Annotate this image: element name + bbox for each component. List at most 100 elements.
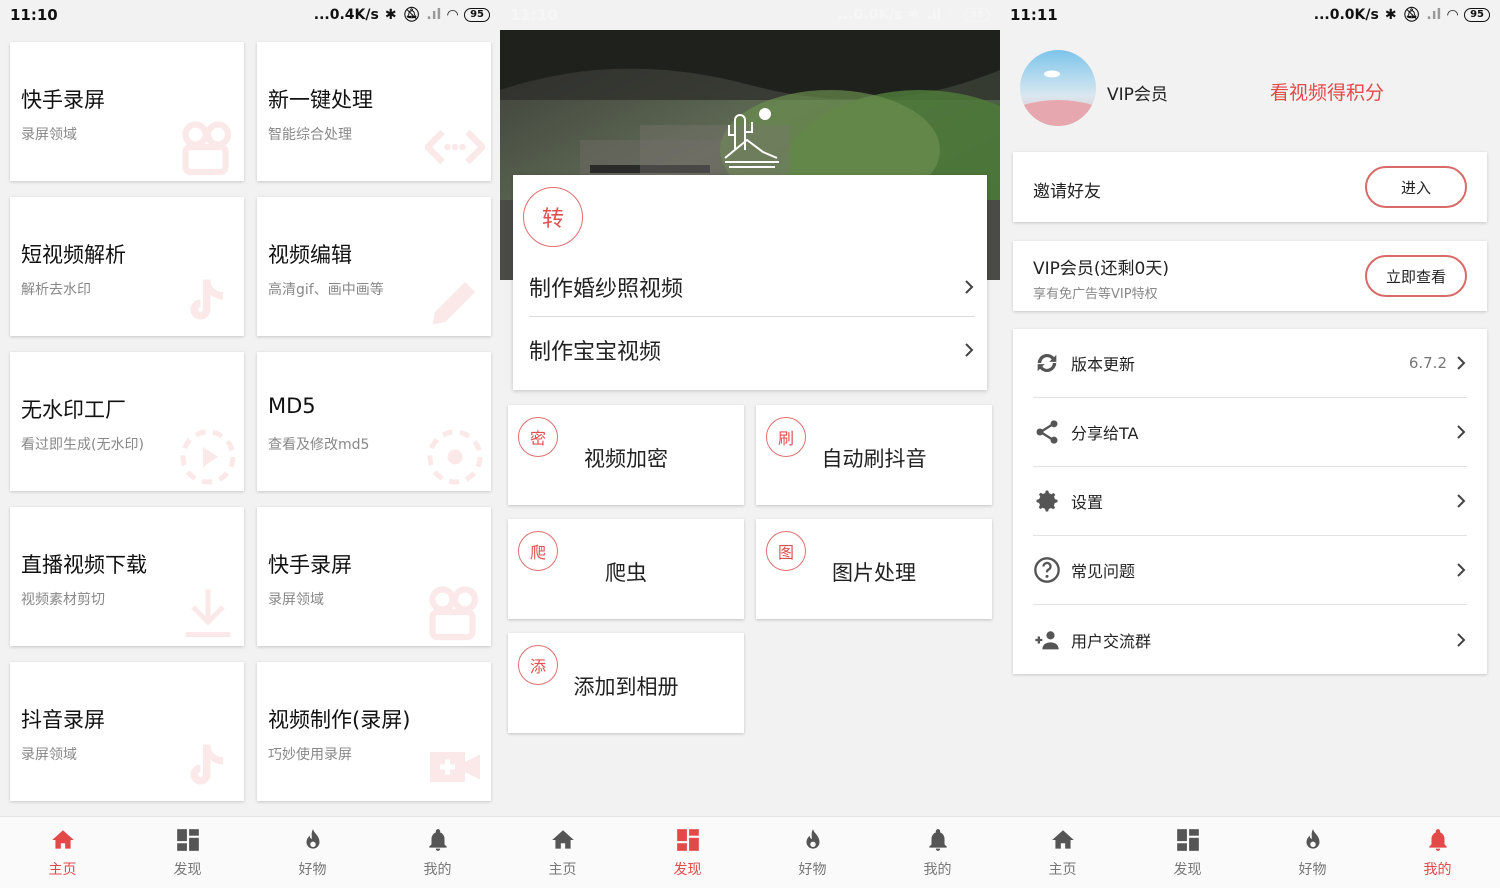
nav-discover[interactable]: 发现 bbox=[625, 817, 750, 888]
menu-row[interactable]: 设置 bbox=[1033, 467, 1467, 536]
chevron-right-icon bbox=[1457, 563, 1466, 577]
video-camera-icon bbox=[425, 582, 485, 642]
feature-row-label: 制作宝宝视频 bbox=[529, 340, 662, 365]
home-icon bbox=[1051, 829, 1074, 849]
nav-mine[interactable]: 我的 bbox=[875, 817, 1000, 888]
nav-goods[interactable]: 好物 bbox=[750, 817, 875, 888]
tile-label: 自动刷抖音 bbox=[821, 447, 927, 471]
nav-home[interactable]: 主页 bbox=[1000, 817, 1125, 888]
feature-row-baby[interactable]: 制作宝宝视频 bbox=[529, 320, 975, 380]
profile-header: VIP会员 看视频得积分 bbox=[1000, 30, 1500, 142]
network-speed: ...0.0K/s bbox=[1313, 7, 1379, 23]
wifi-icon: ◠ bbox=[447, 7, 459, 23]
signal-icon: .ıl bbox=[1426, 7, 1442, 23]
profile-name: VIP会员 bbox=[1107, 85, 1168, 105]
feature-card[interactable]: 视频编辑 高清gif、画中画等 bbox=[257, 197, 491, 336]
points-link[interactable]: 看视频得积分 bbox=[1270, 78, 1384, 105]
menu-row[interactable]: 常见问题 bbox=[1033, 536, 1467, 605]
card-title: 抖音录屏 bbox=[21, 708, 105, 732]
feature-card[interactable]: 直播视频下载 视频素材剪切 bbox=[10, 507, 244, 646]
nav-home[interactable]: 主页 bbox=[500, 817, 625, 888]
nav-home[interactable]: 主页 bbox=[0, 817, 125, 888]
code-arrows-icon bbox=[423, 117, 487, 177]
status-bar: 11:11 ...0.0K/s ✱ 🔕︎ .ıl ◠ 95 bbox=[1000, 0, 1500, 30]
avatar-image bbox=[1020, 50, 1096, 126]
feature-card[interactable]: MD5 查看及修改md5 bbox=[257, 352, 491, 491]
refresh-icon bbox=[1033, 349, 1061, 377]
card-subtitle: 高清gif、画中画等 bbox=[268, 282, 384, 298]
vip-subtitle: 享有免广告等VIP特权 bbox=[1033, 287, 1158, 302]
wifi-icon: ◠ bbox=[947, 7, 959, 23]
home-screen: 11:10 ...0.4K/s ✱ 🔕︎ .ıl ◠ 95 快手录屏 录屏领域 新一… bbox=[0, 0, 500, 888]
card-subtitle: 视频素材剪切 bbox=[21, 592, 105, 608]
card-subtitle: 录屏领域 bbox=[21, 127, 77, 143]
nav-mine[interactable]: 我的 bbox=[1375, 817, 1500, 888]
status-time: 11:11 bbox=[1010, 6, 1058, 24]
feature-card[interactable]: 新一键处理 智能综合处理 bbox=[257, 42, 491, 181]
menu-label: 常见问题 bbox=[1071, 562, 1136, 581]
invite-card: 邀请好友 进入 bbox=[1013, 152, 1487, 222]
menu-row[interactable]: 分享给TA bbox=[1033, 398, 1467, 467]
signal-icon: .ıl bbox=[426, 7, 442, 23]
tool-tile[interactable]: 添添加到相册 bbox=[508, 633, 744, 733]
card-title: 快手录屏 bbox=[268, 553, 352, 577]
download-icon bbox=[178, 582, 238, 642]
nav-home-label: 主页 bbox=[548, 861, 577, 878]
bell-icon bbox=[428, 828, 447, 851]
question-icon bbox=[1033, 556, 1061, 584]
feature-badge: 转 bbox=[523, 187, 583, 247]
feature-card[interactable]: 短视频解析 解析去水印 bbox=[10, 197, 244, 336]
tool-tile[interactable]: 图图片处理 bbox=[756, 519, 992, 619]
share-icon bbox=[1033, 418, 1061, 446]
chevron-right-icon bbox=[965, 343, 974, 357]
card-subtitle: 查看及修改md5 bbox=[268, 437, 370, 453]
battery-icon: 95 bbox=[464, 8, 490, 22]
tool-tile[interactable]: 密视频加密 bbox=[508, 405, 744, 505]
nav-discover-label: 发现 bbox=[673, 861, 702, 878]
flame-icon bbox=[806, 828, 819, 849]
tile-label: 视频加密 bbox=[584, 447, 668, 471]
nav-mine-label: 我的 bbox=[1423, 861, 1452, 878]
feature-card[interactable]: 无水印工厂 看过即生成(无水印) bbox=[10, 352, 244, 491]
vip-view-button[interactable]: 立即查看 bbox=[1365, 255, 1467, 297]
card-subtitle: 看过即生成(无水印) bbox=[21, 437, 144, 453]
menu-row[interactable]: 用户交流群 bbox=[1033, 605, 1467, 674]
card-subtitle: 录屏领域 bbox=[268, 592, 324, 608]
bell-icon bbox=[928, 828, 947, 851]
feature-row-wedding[interactable]: 制作婚纱照视频 bbox=[529, 257, 975, 317]
avatar[interactable] bbox=[1020, 50, 1096, 126]
mute-icon: 🔕︎ bbox=[402, 7, 421, 23]
nav-discover[interactable]: 发现 bbox=[1125, 817, 1250, 888]
feature-card[interactable]: 抖音录屏 录屏领域 bbox=[10, 662, 244, 801]
feature-card[interactable]: 快手录屏 录屏领域 bbox=[10, 42, 244, 181]
tool-tile[interactable]: 爬爬虫 bbox=[508, 519, 744, 619]
bluetooth-icon: ✱ bbox=[908, 7, 921, 23]
nav-goods-label: 好物 bbox=[1298, 861, 1327, 878]
menu-label: 版本更新 bbox=[1071, 355, 1136, 374]
menu-label: 用户交流群 bbox=[1071, 631, 1152, 651]
feature-card[interactable]: 视频制作(录屏) 巧妙使用录屏 bbox=[257, 662, 491, 801]
signal-icon: .ıl bbox=[926, 7, 942, 23]
bottom-nav: 主页 发现 好物 我的 bbox=[0, 816, 500, 888]
nav-goods[interactable]: 好物 bbox=[250, 817, 375, 888]
status-bar: 11:10 ...0.4K/s ✱ 🔕︎ .ıl ◠ 95 bbox=[0, 0, 500, 30]
nav-mine[interactable]: 我的 bbox=[375, 817, 500, 888]
nav-discover[interactable]: 发现 bbox=[125, 817, 250, 888]
invite-enter-button[interactable]: 进入 bbox=[1365, 166, 1467, 208]
tool-tile[interactable]: 刷自动刷抖音 bbox=[756, 405, 992, 505]
feature-card[interactable]: 快手录屏 录屏领域 bbox=[257, 507, 491, 646]
card-subtitle: 智能综合处理 bbox=[268, 127, 352, 143]
nav-goods[interactable]: 好物 bbox=[1250, 817, 1375, 888]
mute-icon: 🔕︎ bbox=[1402, 7, 1421, 23]
flame-icon bbox=[306, 828, 319, 849]
menu-row[interactable]: 版本更新 6.7.2 bbox=[1033, 329, 1467, 398]
chevron-right-icon bbox=[1457, 632, 1466, 647]
feature-card: 转 制作婚纱照视频 制作宝宝视频 bbox=[513, 175, 987, 390]
network-speed: ...0.0K/s bbox=[837, 7, 903, 23]
tile-label: 爬虫 bbox=[605, 561, 647, 585]
card-title: MD5 bbox=[268, 394, 316, 418]
network-speed: ...0.4K/s bbox=[313, 7, 379, 23]
card-title: 快手录屏 bbox=[21, 88, 105, 112]
bottom-nav: 主页 发现 好物 我的 bbox=[500, 816, 1000, 888]
status-bar: 11:10 ...0.0K/s ✱ .ıl ◠ 95 bbox=[500, 0, 1000, 30]
